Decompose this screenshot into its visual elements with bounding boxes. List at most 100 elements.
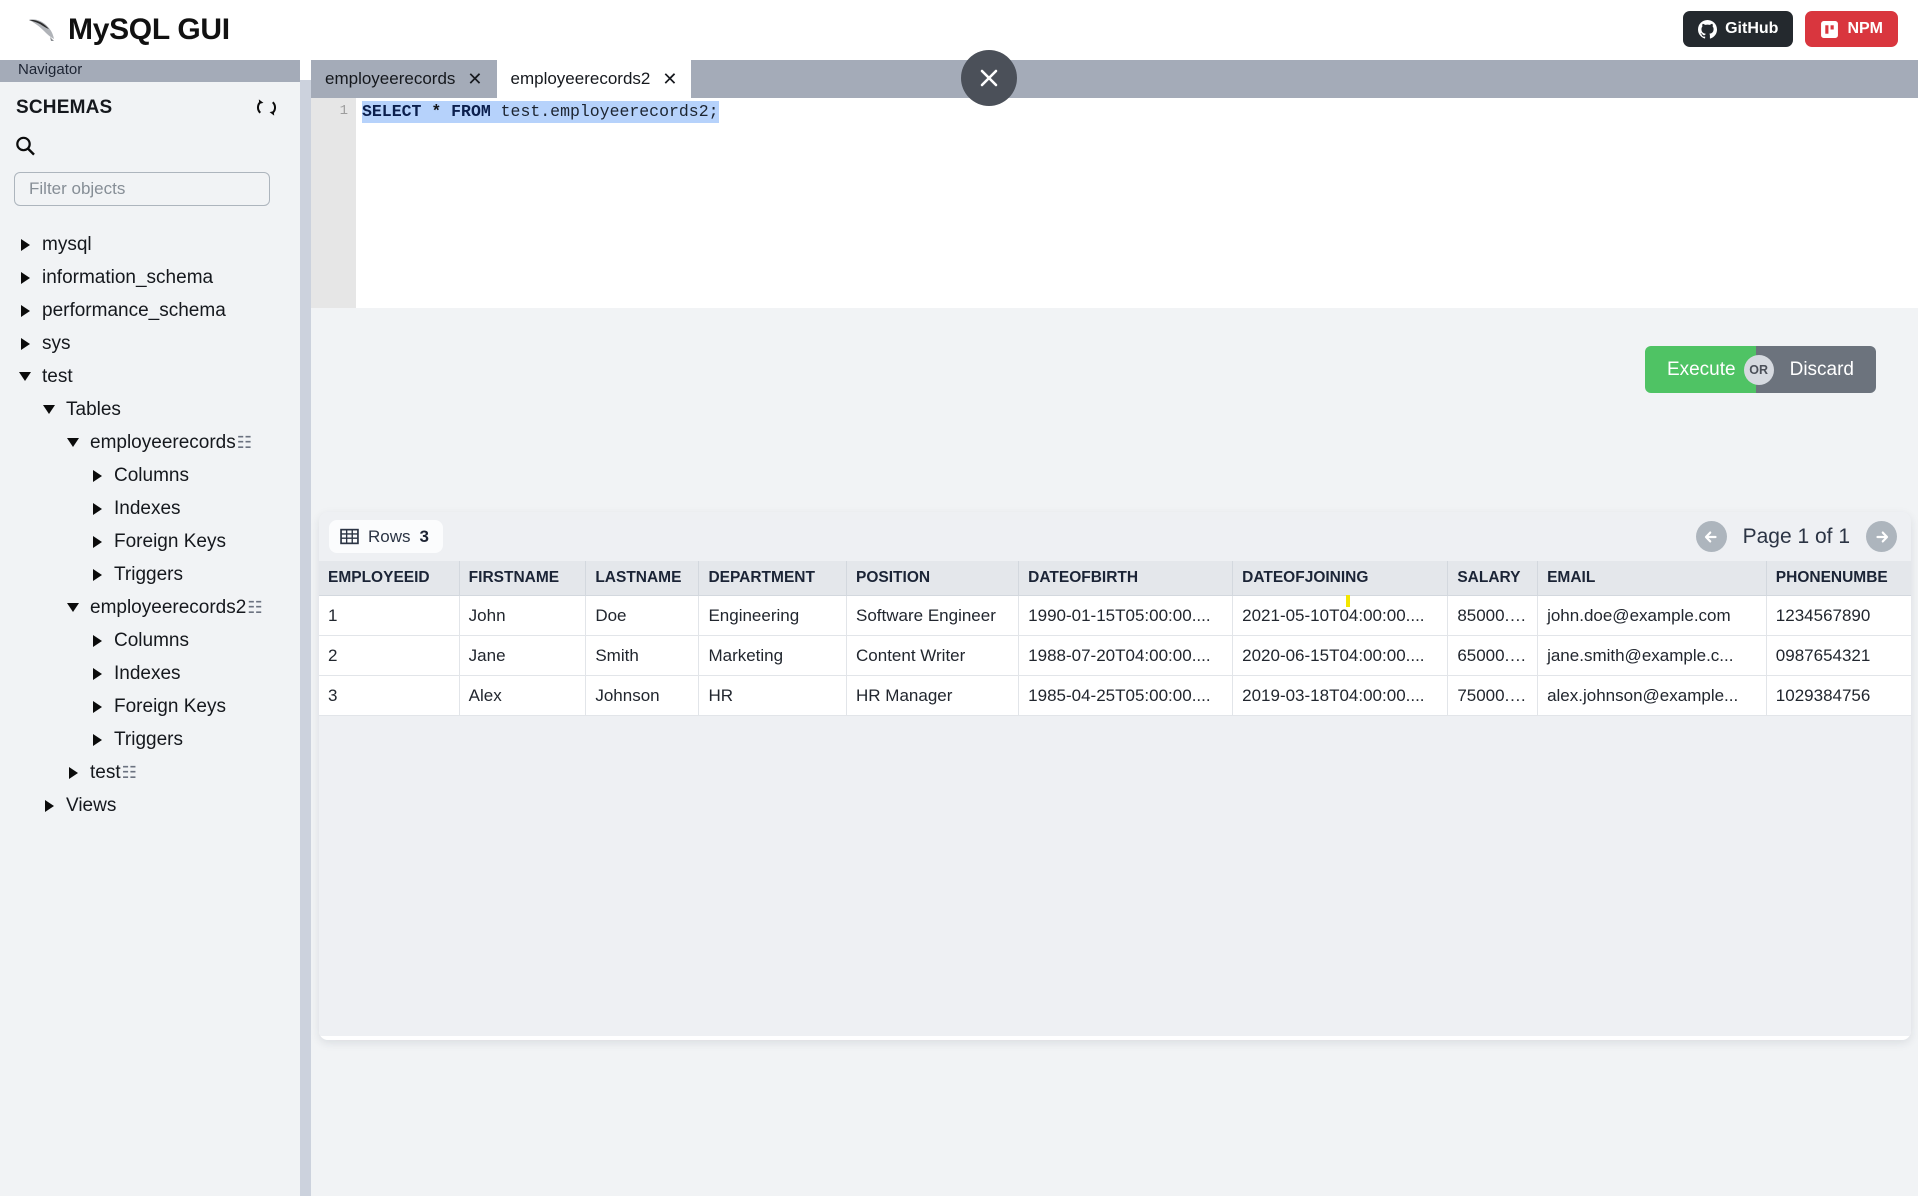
caret-right-icon[interactable] xyxy=(88,566,106,584)
npm-button[interactable]: NPM xyxy=(1805,11,1898,47)
table-cell[interactable]: Johnson xyxy=(585,675,700,716)
tree-item-columns[interactable]: Columns xyxy=(0,624,300,657)
editor-code-area[interactable]: SELECT * FROM test.employeerecords2; xyxy=(356,98,1918,308)
table-cell[interactable]: 1988-07-20T04:00:00.... xyxy=(1018,635,1234,676)
caret-right-icon[interactable] xyxy=(88,731,106,749)
close-circle-button[interactable] xyxy=(961,50,1017,106)
page-title: MySQL GUI xyxy=(68,13,230,46)
table-cell[interactable]: John xyxy=(459,595,587,636)
table-cell[interactable]: 2021-05-10T04:00:00.... xyxy=(1232,595,1449,636)
rows-count-pill[interactable]: Rows 3 xyxy=(329,520,443,553)
caret-right-icon[interactable] xyxy=(16,335,34,353)
table-cell[interactable]: 2 xyxy=(319,635,460,676)
tree-item-columns[interactable]: Columns xyxy=(0,459,300,492)
column-header-lastname[interactable]: LASTNAME xyxy=(585,561,700,596)
table-cell[interactable]: 75000.00 xyxy=(1447,675,1539,716)
tree-item-sys[interactable]: sys xyxy=(0,327,300,360)
caret-right-icon[interactable] xyxy=(16,269,34,287)
table-cell[interactable]: 0987654321 xyxy=(1766,635,1911,676)
tab-close-icon[interactable]: ✕ xyxy=(662,70,677,88)
tree-item-foreign-keys[interactable]: Foreign Keys xyxy=(0,525,300,558)
caret-down-icon[interactable] xyxy=(40,401,58,419)
table-cell[interactable]: Marketing xyxy=(698,635,848,676)
table-cell[interactable]: 65000.00 xyxy=(1447,635,1539,676)
table-cell[interactable]: 2019-03-18T04:00:00.... xyxy=(1232,675,1449,716)
caret-right-icon[interactable] xyxy=(88,698,106,716)
tree-item-employeerecords[interactable]: employeerecords ☷ xyxy=(0,426,300,459)
caret-right-icon[interactable] xyxy=(64,764,82,782)
results-grid-wrap[interactable]: EMPLOYEEID FIRSTNAME LASTNAME DEPARTMENT POS… xyxy=(319,561,1911,1040)
table-cell[interactable]: 85000.00 xyxy=(1447,595,1539,636)
github-button[interactable]: GitHub xyxy=(1683,11,1794,47)
table-cell[interactable]: Content Writer xyxy=(846,635,1020,676)
sql-statement[interactable]: SELECT * FROM test.employeerecords2; xyxy=(362,101,719,123)
tab-close-icon[interactable]: ✕ xyxy=(467,70,482,88)
discard-button[interactable]: Discard xyxy=(1755,346,1876,393)
caret-right-icon[interactable] xyxy=(16,302,34,320)
sidebar-splitter[interactable] xyxy=(300,80,311,1196)
caret-right-icon[interactable] xyxy=(88,467,106,485)
tree-item-mysql[interactable]: mysql xyxy=(0,228,300,261)
table-cell[interactable]: 1990-01-15T05:00:00.... xyxy=(1018,595,1234,636)
table-cell[interactable]: 1234567890 xyxy=(1766,595,1911,636)
search-input[interactable] xyxy=(14,172,270,206)
table-cell[interactable]: jane.smith@example.c... xyxy=(1537,635,1767,676)
table-cell[interactable]: Jane xyxy=(459,635,587,676)
column-header-email[interactable]: EMAIL xyxy=(1537,561,1767,596)
tree-item-test[interactable]: test ☷ xyxy=(0,756,300,789)
table-cell[interactable]: 1 xyxy=(319,595,460,636)
tree-item-information_schema[interactable]: information_schema xyxy=(0,261,300,294)
caret-right-icon[interactable] xyxy=(88,632,106,650)
tree-item-performance_schema[interactable]: performance_schema xyxy=(0,294,300,327)
tree-item-triggers[interactable]: Triggers xyxy=(0,723,300,756)
table-cell[interactable]: Smith xyxy=(585,635,700,676)
sql-editor[interactable]: 1 SELECT * FROM test.employeerecords2; xyxy=(311,98,1918,308)
tree-item-indexes[interactable]: Indexes xyxy=(0,657,300,690)
table-cell[interactable]: 2020-06-15T04:00:00.... xyxy=(1232,635,1449,676)
column-header-employeeid[interactable]: EMPLOYEEID xyxy=(319,561,460,596)
table-row[interactable]: 1 John Doe Engineering Software Engineer 1990… xyxy=(319,595,1911,636)
table-cell[interactable]: alex.johnson@example... xyxy=(1537,675,1767,716)
column-header-firstname[interactable]: FIRSTNAME xyxy=(459,561,587,596)
tree-item-tables[interactable]: Tables xyxy=(0,393,300,426)
table-cell[interactable]: Doe xyxy=(585,595,700,636)
tree-item-test[interactable]: test xyxy=(0,360,300,393)
tree-item-indexes[interactable]: Indexes xyxy=(0,492,300,525)
table-row[interactable]: 3 Alex Johnson HR HR Manager 1985-04-25T05:00… xyxy=(319,675,1911,716)
prev-page-button[interactable] xyxy=(1695,521,1727,552)
table-cell[interactable]: 1985-04-25T05:00:00.... xyxy=(1018,675,1234,716)
tree-item-foreign-keys[interactable]: Foreign Keys xyxy=(0,690,300,723)
caret-right-icon[interactable] xyxy=(16,236,34,254)
tree-item-employeerecords2[interactable]: employeerecords2 ☷ xyxy=(0,591,300,624)
table-row[interactable]: 2 Jane Smith Marketing Content Writer 1988-07… xyxy=(319,635,1911,676)
table-cell[interactable]: Engineering xyxy=(698,595,848,636)
column-header-department[interactable]: DEPARTMENT xyxy=(698,561,848,596)
table-cell[interactable]: HR xyxy=(698,675,848,716)
table-cell[interactable]: 3 xyxy=(319,675,460,716)
caret-right-icon[interactable] xyxy=(88,665,106,683)
editor-tab-employeerecords2[interactable]: employeerecords2 ✕ xyxy=(496,60,692,98)
tree-item-triggers[interactable]: Triggers xyxy=(0,558,300,591)
caret-down-icon[interactable] xyxy=(64,434,82,452)
caret-down-icon[interactable] xyxy=(64,599,82,617)
column-header-dateofbirth[interactable]: DATEOFBIRTH xyxy=(1018,561,1234,596)
table-cell[interactable]: HR Manager xyxy=(846,675,1020,716)
column-header-dateofjoining[interactable]: DATEOFJOINING xyxy=(1232,561,1449,596)
table-cell[interactable]: Alex xyxy=(459,675,587,716)
table-cell[interactable]: 1029384756 xyxy=(1766,675,1911,716)
caret-right-icon[interactable] xyxy=(88,533,106,551)
caret-down-icon[interactable] xyxy=(16,368,34,386)
tree-item-views[interactable]: Views xyxy=(0,789,300,822)
column-header-phonenumbe[interactable]: PHONENUMBE xyxy=(1766,561,1911,596)
caret-right-icon[interactable] xyxy=(40,797,58,815)
search-icon[interactable] xyxy=(14,135,36,157)
column-header-position[interactable]: POSITION xyxy=(846,561,1020,596)
next-page-button[interactable] xyxy=(1866,521,1897,552)
table-cell[interactable]: Software Engineer xyxy=(846,595,1020,636)
editor-tab-employeerecords[interactable]: employeerecords ✕ xyxy=(311,60,497,98)
refresh-icon[interactable] xyxy=(255,96,278,119)
caret-right-icon[interactable] xyxy=(88,500,106,518)
table-cell[interactable]: john.doe@example.com xyxy=(1537,595,1767,636)
column-header-salary[interactable]: SALARY xyxy=(1447,561,1539,596)
brand: MySQL GUI xyxy=(26,13,230,47)
